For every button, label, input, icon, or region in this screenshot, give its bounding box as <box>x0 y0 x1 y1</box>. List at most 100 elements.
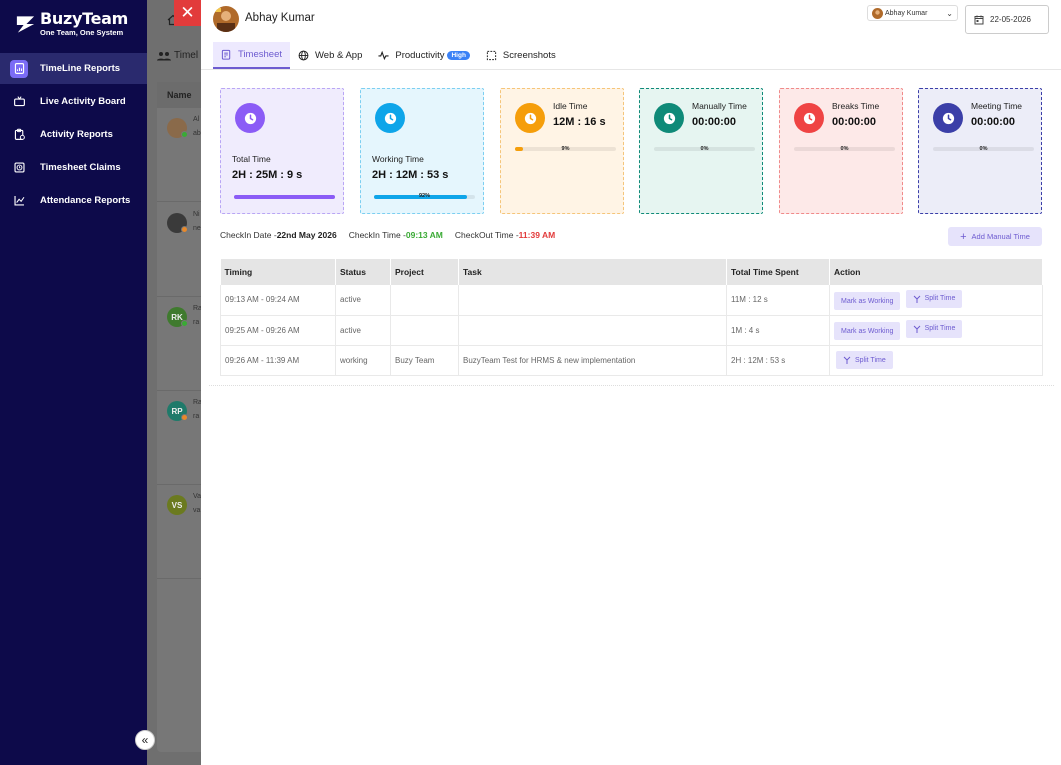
sidebar-item-timeline-reports[interactable]: TimeLine Reports <box>0 53 147 84</box>
report-icon <box>10 59 28 78</box>
column-header: Total Time Spent <box>726 259 830 285</box>
checkin-date-value: 22nd May 2026 <box>276 230 337 240</box>
close-drawer-button[interactable]: ✕ <box>174 0 201 26</box>
sidebar-item-live-activity-board[interactable]: Live Activity Board <box>0 86 147 117</box>
sidebar-item-activity-reports[interactable]: Activity Reports <box>0 119 147 150</box>
stat-card-breaks-time: Breaks Time 00:00:00 0% <box>779 88 903 214</box>
sidebar-item-label: TimeLine Reports <box>40 63 121 74</box>
buzyteam-logo-icon <box>14 12 37 36</box>
column-header: Task <box>458 259 727 285</box>
cell-project: Buzy Team <box>390 345 459 376</box>
brand-logo[interactable]: BuzyTeam One Team, One System <box>14 9 139 39</box>
stat-percent: 0% <box>700 146 709 152</box>
clock-icon <box>794 103 824 133</box>
clock-doc-icon <box>10 159 28 177</box>
avatar <box>872 7 883 19</box>
tabs-divider <box>201 69 1061 70</box>
status-dot <box>181 414 188 421</box>
background-row-email: ne <box>193 225 201 232</box>
cell-status: active <box>335 285 391 316</box>
tab-web-app[interactable]: Web & App <box>290 42 370 69</box>
split-time-button[interactable]: Split Time <box>836 351 893 369</box>
cell-status: active <box>335 315 391 346</box>
plus-icon: + <box>960 230 967 243</box>
stat-value: 12M : 16 s <box>553 116 606 128</box>
cell-task: BuzyTeam Test for HRMS & new implementat… <box>458 345 727 376</box>
add-manual-time-button[interactable]: + Add Manual Time <box>948 227 1042 246</box>
background-row-email: ra <box>193 413 200 420</box>
brand-name: BuzyTeam <box>40 9 129 29</box>
collapse-sidebar-button[interactable]: « <box>135 730 155 750</box>
drawer-header: Abhay Kumar Abhay Kumar ⌄ 22-05-2026 <box>201 0 1061 40</box>
stat-percent: 9% <box>561 146 570 152</box>
background-row-email: va <box>193 507 201 514</box>
cell-task <box>458 315 727 346</box>
stat-value: 2H : 25M : 9 s <box>232 169 303 181</box>
date-value: 22-05-2026 <box>990 15 1031 24</box>
cell-action: Mark as Working Split Time <box>829 315 1043 346</box>
cell-timing: 09:25 AM - 09:26 AM <box>220 315 336 346</box>
table-row: 09:13 AM - 09:24 AM active 11M : 12 s Ma… <box>220 285 1043 316</box>
tab-label: Screenshots <box>502 50 556 61</box>
table-header-row: Timing Status Project Task Total Time Sp… <box>220 259 1043 285</box>
stat-percent: 0% <box>840 146 849 152</box>
background-row: VS Va va <box>157 485 207 579</box>
sidebar-item-label: Attendance Reports <box>40 195 131 206</box>
mark-as-working-button[interactable]: Mark as Working <box>834 292 901 310</box>
background-row: Ni ne <box>157 203 207 297</box>
tab-label: Web & App <box>315 50 363 61</box>
mark-as-working-button[interactable]: Mark as Working <box>834 322 901 341</box>
background-tab: Timel <box>157 50 198 61</box>
background-page: Timel Name Al ab Ni ne RK Ra ra RP Ra ra… <box>147 0 207 765</box>
tab-productivity[interactable]: Productivity High <box>370 42 478 69</box>
split-time-button[interactable]: Split Time <box>905 289 963 308</box>
column-header: Action <box>829 259 1043 285</box>
clock-icon <box>235 103 265 133</box>
stat-percent: 0% <box>979 146 988 152</box>
clock-icon <box>515 103 545 133</box>
checkout-time: CheckOut Time -11:39 AM <box>455 230 555 240</box>
stat-card-manually-time: Manually Time 00:00:00 0% <box>639 88 763 214</box>
split-time-label: Split Time <box>855 356 886 364</box>
tab-screenshots[interactable]: Screenshots <box>478 42 564 69</box>
chevron-down-icon: ⌄ <box>946 8 953 18</box>
stat-progress-fill <box>234 195 335 199</box>
user-name: Abhay Kumar <box>245 12 315 24</box>
background-row: RK Ra ra <box>157 297 207 391</box>
cell-action: Split Time <box>829 345 1043 376</box>
brand-tagline: One Team, One System <box>40 28 124 38</box>
drawer-tabs: Timesheet Web & App Productivity High Sc… <box>213 42 564 69</box>
cell-total: 2H : 12M : 53 s <box>726 345 830 376</box>
stat-label: Manually Time <box>692 101 747 111</box>
timesheet-icon <box>221 49 231 60</box>
tab-timesheet[interactable]: Timesheet <box>213 42 290 69</box>
stat-card-idle-time: Idle Time 12M : 16 s 9% <box>500 88 624 214</box>
split-time-button[interactable]: Split Time <box>905 319 963 338</box>
sidebar: BuzyTeam One Team, One System TimeLine R… <box>0 0 147 765</box>
split-time-label: Split Time <box>924 325 956 333</box>
sidebar-item-timesheet-claims[interactable]: Timesheet Claims <box>0 152 147 183</box>
stat-value: 00:00:00 <box>832 116 877 128</box>
stat-percent: 92% <box>418 193 430 199</box>
add-manual-time-label: Add Manual Time <box>971 232 1030 241</box>
table-row: 09:26 AM - 11:39 AM working Buzy Team Bu… <box>220 345 1043 376</box>
stat-card-meeting-time: Meeting Time 00:00:00 0% <box>918 88 1042 214</box>
cell-status: working <box>335 345 391 376</box>
background-row: RP Ra ra <box>157 391 207 485</box>
user-select-value: Abhay Kumar <box>885 9 928 17</box>
sidebar-item-attendance-reports[interactable]: Attendance Reports <box>0 185 147 216</box>
timesheet-table: Timing Status Project Task Total Time Sp… <box>220 259 1043 376</box>
background-row-email: ab <box>193 130 201 137</box>
tab-label: Timesheet <box>238 49 282 60</box>
background-row-email: ra <box>193 319 200 326</box>
pulse-icon <box>378 50 389 61</box>
split-icon <box>913 325 920 333</box>
date-picker[interactable]: 22-05-2026 <box>965 5 1049 34</box>
cell-timing: 09:13 AM - 09:24 AM <box>220 285 336 316</box>
background-row: Al ab <box>157 108 207 202</box>
user-select-dropdown[interactable]: Abhay Kumar ⌄ <box>867 5 958 21</box>
split-icon <box>843 356 851 364</box>
globe-icon <box>298 50 309 61</box>
stat-label: Breaks Time <box>832 101 880 111</box>
clock-icon <box>654 103 684 133</box>
